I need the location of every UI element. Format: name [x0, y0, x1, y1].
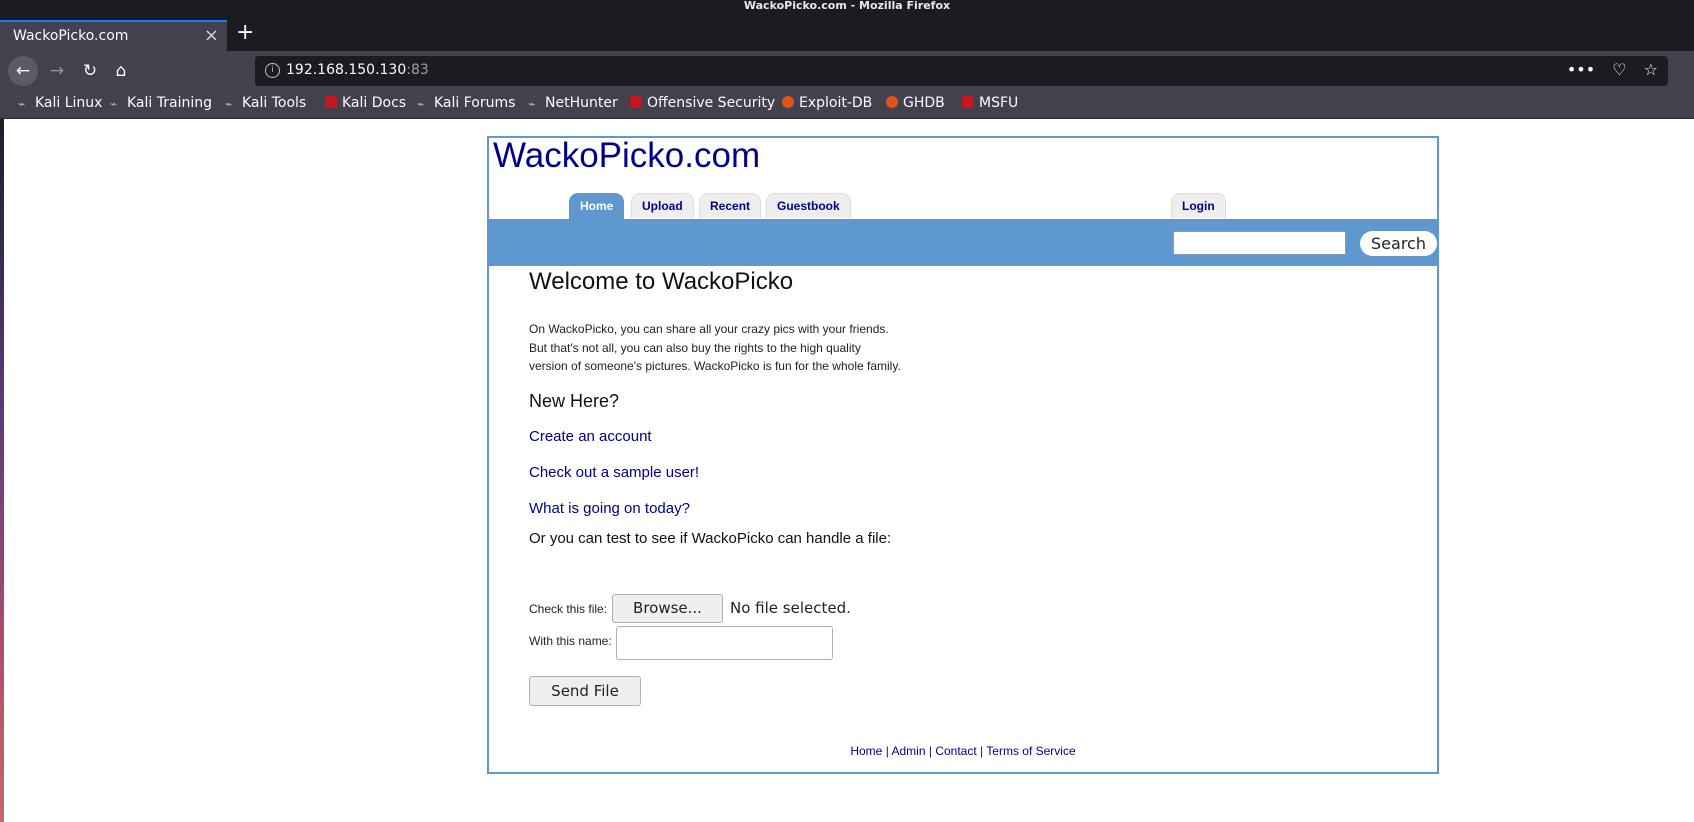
navigation-toolbar: ← → ↻ ⌂ i 192.168.150.130:83 ••• ♡ ☆: [0, 51, 1694, 93]
sample-user-link[interactable]: Check out a sample user!: [529, 464, 699, 481]
browser-tab[interactable]: WackoPicko.com ×: [0, 20, 227, 51]
footer-contact-link[interactable]: Contact: [935, 744, 976, 758]
new-tab-icon[interactable]: +: [236, 21, 254, 45]
url-port: :83: [406, 62, 429, 78]
footer-home-link[interactable]: Home: [850, 744, 882, 758]
bookmark-label: Exploit-DB: [799, 95, 873, 111]
url-text: 192.168.150.130:83: [286, 62, 429, 78]
bookmark-nethunter[interactable]: ⌁ NetHunter: [528, 95, 618, 111]
footer-separator: |: [885, 744, 889, 758]
tab-login[interactable]: Login: [1171, 193, 1226, 218]
bookmark-label: MSFU: [979, 95, 1019, 111]
new-here-heading: New Here?: [529, 391, 620, 411]
tab-recent[interactable]: Recent: [699, 193, 762, 218]
desktop-edge: [0, 119, 4, 822]
bookmark-label: Kali Training: [127, 95, 212, 111]
check-file-label: Check this file:: [529, 602, 608, 616]
tab-strip: WackoPicko.com × +: [0, 12, 1694, 51]
send-file-button[interactable]: Send File: [529, 676, 641, 706]
bookmark-msfu[interactable]: MSFU: [962, 95, 1018, 111]
kali-dragon-icon: ⌁: [110, 97, 118, 111]
kali-dragon-icon: ⌁: [417, 97, 425, 111]
url-host: 192.168.150.130: [286, 62, 407, 78]
site-title[interactable]: WackoPicko.com: [493, 136, 760, 176]
name-input[interactable]: [616, 626, 833, 660]
browse-button[interactable]: Browse...: [612, 594, 723, 623]
intro-paragraph: On WackoPicko, you can share all your cr…: [529, 320, 901, 376]
footer-admin-link[interactable]: Admin: [892, 744, 926, 758]
bookmark-label: NetHunter: [545, 95, 618, 111]
tab-home[interactable]: Home: [569, 193, 625, 220]
bookmark-star-icon[interactable]: ☆: [1644, 60, 1658, 79]
offsec-icon: [962, 96, 974, 108]
kali-docs-icon: [325, 96, 337, 108]
exploit-db-icon: [782, 96, 794, 108]
bookmark-label: Offensive Security: [647, 95, 776, 111]
bookmark-label: Kali Linux: [35, 95, 103, 111]
footer-separator: |: [928, 744, 932, 758]
intro-line: But that's not all, you can also buy the…: [529, 340, 861, 355]
today-link[interactable]: What is going on today?: [529, 500, 690, 517]
kali-dragon-icon: ⌁: [18, 97, 26, 111]
home-icon[interactable]: ⌂: [106, 56, 136, 86]
footer: Home | Admin | Contact | Terms of Servic…: [489, 744, 1437, 758]
intro-line: On WackoPicko, you can share all your cr…: [529, 322, 889, 336]
bookmark-kali-training[interactable]: ⌁ Kali Training: [110, 95, 212, 111]
bookmark-offensive-security[interactable]: Offensive Security: [630, 95, 775, 111]
kali-dragon-icon: ⌁: [528, 97, 536, 111]
bookmark-ghdb[interactable]: GHDB: [886, 95, 945, 111]
close-icon[interactable]: ×: [204, 25, 219, 46]
bookmark-kali-docs[interactable]: Kali Docs: [325, 95, 406, 111]
kali-dragon-icon: ⌁: [225, 97, 233, 111]
bookmark-label: Kali Docs: [342, 95, 407, 111]
footer-tos-link[interactable]: Terms of Service: [986, 744, 1075, 758]
tab-title: WackoPicko.com: [13, 28, 129, 44]
footer-separator: |: [980, 744, 984, 758]
bookmark-kali-forums[interactable]: ⌁ Kali Forums: [417, 95, 515, 111]
file-test-text: Or you can test to see if WackoPicko can…: [529, 530, 892, 547]
name-label: With this name:: [529, 634, 612, 648]
page-actions-icon[interactable]: •••: [1567, 60, 1595, 79]
page-title: Welcome to WackoPicko: [529, 268, 794, 295]
search-bar: Search: [489, 219, 1437, 266]
search-button[interactable]: Search: [1360, 231, 1437, 256]
pocket-icon[interactable]: ♡: [1612, 60, 1626, 79]
reload-icon[interactable]: ↻: [75, 56, 105, 86]
tab-guestbook[interactable]: Guestbook: [766, 193, 851, 218]
create-account-link[interactable]: Create an account: [529, 428, 652, 445]
forward-arrow-icon[interactable]: →: [42, 56, 72, 86]
bookmark-label: GHDB: [903, 95, 945, 111]
bookmark-exploit-db[interactable]: Exploit-DB: [782, 95, 872, 111]
offsec-icon: [630, 96, 642, 108]
search-input[interactable]: [1173, 231, 1346, 255]
bookmark-kali-linux[interactable]: ⌁ Kali Linux: [18, 95, 102, 111]
bookmark-kali-tools[interactable]: ⌁ Kali Tools: [225, 95, 306, 111]
bookmark-label: Kali Tools: [242, 95, 307, 111]
intro-line: version of someone's pictures. WackoPick…: [529, 359, 901, 373]
wackopicko-page: WackoPicko.com Home Upload Recent Guestb…: [487, 136, 1439, 774]
bookmarks-toolbar: ⌁ Kali Linux ⌁ Kali Training ⌁ Kali Tools K…: [0, 93, 1694, 119]
back-arrow-icon[interactable]: ←: [8, 56, 38, 86]
tab-upload[interactable]: Upload: [631, 193, 694, 218]
exploit-db-icon: [886, 96, 898, 108]
url-bar[interactable]: i 192.168.150.130:83 ••• ♡ ☆: [255, 56, 1668, 86]
file-status-text: No file selected.: [730, 599, 851, 617]
bookmark-label: Kali Forums: [434, 95, 516, 111]
site-info-icon[interactable]: i: [265, 63, 280, 78]
